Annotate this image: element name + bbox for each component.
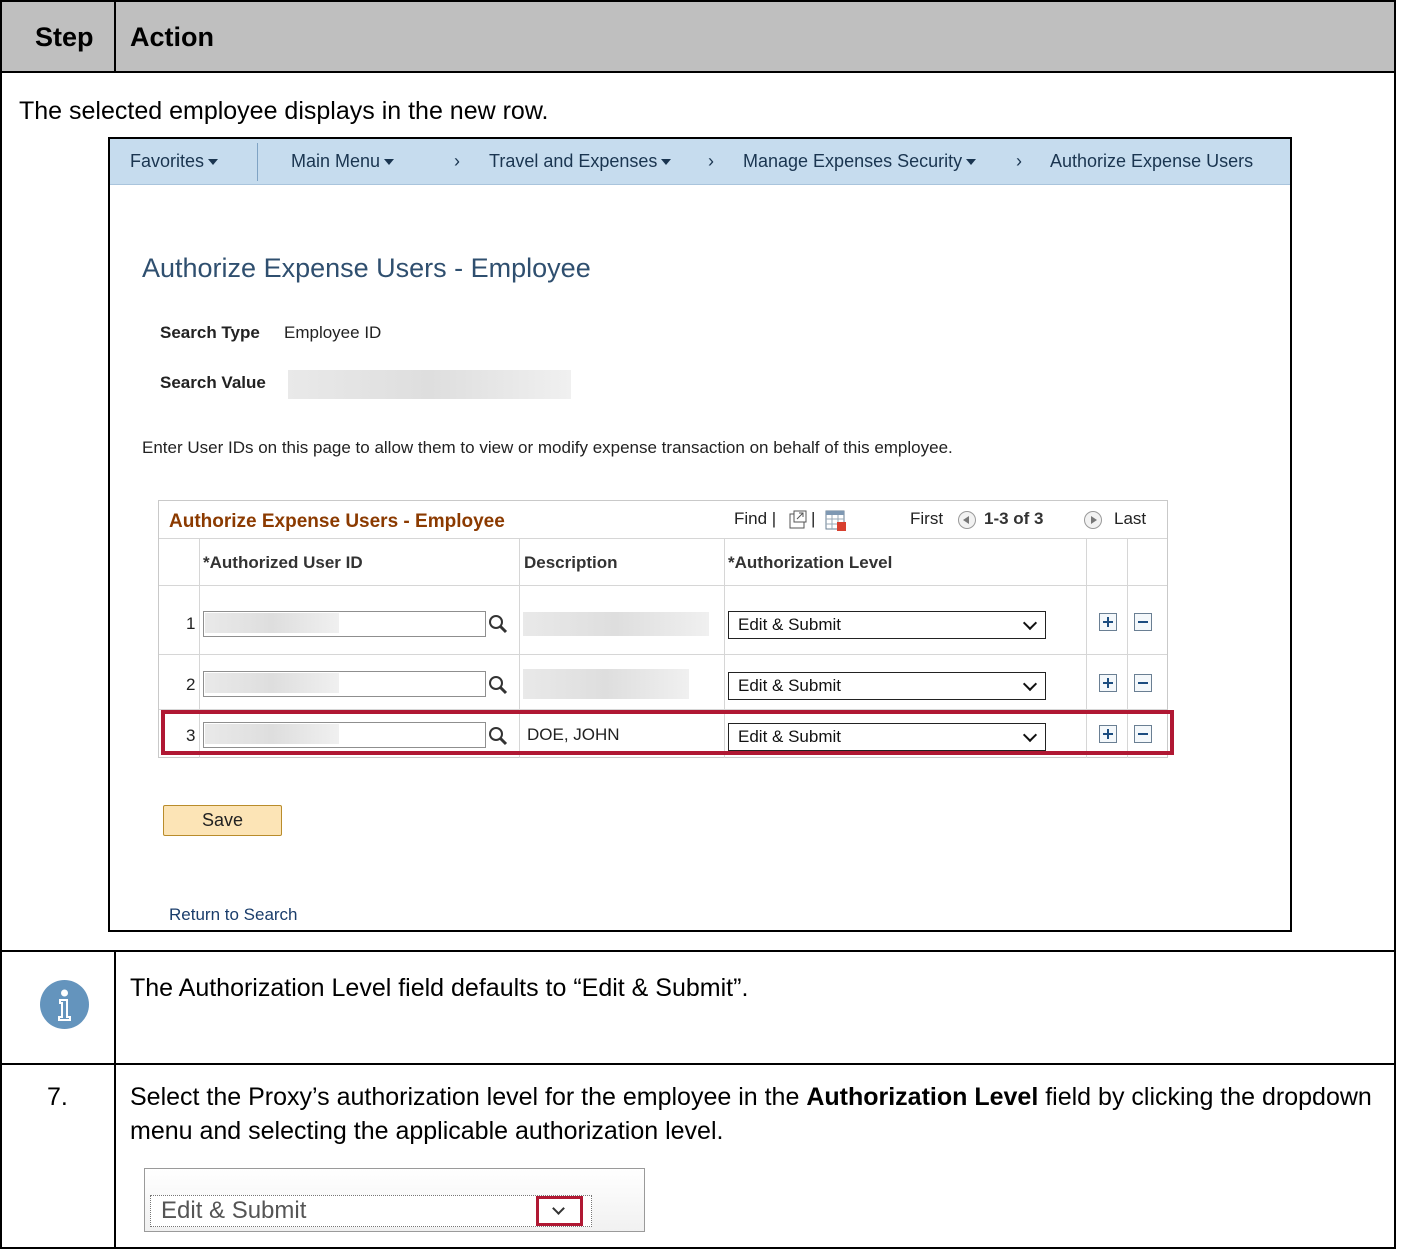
- caret-down-icon: [661, 159, 672, 166]
- nav-manage-security[interactable]: Manage Expenses Security: [743, 151, 977, 172]
- table-row-divider: [0, 1063, 1396, 1065]
- grid-line: [159, 538, 1167, 539]
- grid-title: Authorize Expense Users - Employee: [169, 511, 505, 532]
- prev-arrow-icon: [958, 510, 976, 529]
- header-step: Step: [35, 22, 94, 52]
- grid-first-label: First: [910, 509, 944, 528]
- grid-find-link[interactable]: Find |: [734, 509, 776, 529]
- prev-page-button[interactable]: [958, 509, 976, 529]
- caret-down-icon: [966, 159, 977, 166]
- row-number: 1: [186, 614, 196, 633]
- col-header-user-id[interactable]: *Authorized User ID: [203, 553, 363, 573]
- info-icon: [40, 980, 89, 1029]
- lookup-icon[interactable]: [487, 674, 509, 696]
- breadcrumb: Favorites Main Menu › Travel and Expense…: [110, 139, 1290, 185]
- nav-divider: [257, 143, 258, 181]
- redacted-value: [205, 613, 339, 633]
- col-header-description[interactable]: Description: [524, 553, 618, 573]
- table-row-divider: [0, 71, 1396, 73]
- spreadsheet-icon[interactable]: [825, 510, 847, 532]
- table-border-right: [1394, 0, 1396, 1249]
- grid-line: [159, 654, 1167, 655]
- description-redacted: [523, 669, 689, 699]
- dropdown-arrow-icon: [1022, 615, 1038, 631]
- search-type-value: Employee ID: [284, 323, 382, 342]
- instructions-text: Enter User IDs on this page to allow the…: [142, 438, 953, 457]
- caret-down-icon: [208, 159, 219, 166]
- next-arrow-icon: [1084, 510, 1102, 529]
- chevron-right-icon: ›: [708, 151, 714, 171]
- add-row-button[interactable]: [1099, 674, 1117, 692]
- nav-main-menu[interactable]: Main Menu: [291, 151, 395, 172]
- example-auth-level-select[interactable]: Edit & Submit: [144, 1168, 645, 1232]
- app-screenshot: Favorites Main Menu › Travel and Expense…: [108, 137, 1292, 932]
- authorized-users-grid: Authorize Expense Users - Employee Find …: [158, 500, 1174, 758]
- description-redacted: [523, 612, 709, 636]
- add-row-button[interactable]: [1099, 613, 1117, 631]
- grid-separator: |: [811, 509, 816, 528]
- next-page-button[interactable]: [1084, 509, 1102, 529]
- search-value-label: Search Value: [160, 373, 266, 392]
- delete-row-button[interactable]: [1134, 674, 1152, 692]
- table-col-divider: [114, 950, 116, 1249]
- table-row-divider: [0, 950, 1396, 952]
- row-number: 2: [186, 675, 196, 694]
- page-title: Authorize Expense Users - Employee: [142, 253, 591, 283]
- example-select-field[interactable]: Edit & Submit: [150, 1195, 592, 1227]
- search-type-label: Search Type: [160, 323, 260, 342]
- table-border-top: [0, 0, 1396, 2]
- step-number: 7.: [47, 1083, 68, 1111]
- user-id-field[interactable]: [203, 671, 486, 697]
- delete-row-button[interactable]: [1134, 613, 1152, 631]
- table-border-left: [0, 0, 2, 1249]
- dropdown-button-highlight[interactable]: [536, 1196, 583, 1226]
- nav-travel-expenses[interactable]: Travel and Expenses: [489, 151, 672, 172]
- table-col-divider: [114, 0, 116, 73]
- lookup-icon[interactable]: [487, 613, 509, 635]
- caret-down-icon: [384, 159, 395, 166]
- redacted-value: [205, 673, 339, 693]
- search-value-redacted: [288, 370, 571, 399]
- step-instructions: Select the Proxy’s authorization level f…: [130, 1083, 1372, 1145]
- new-window-icon[interactable]: [788, 510, 808, 530]
- grid-last-label: Last: [1114, 509, 1147, 528]
- col-header-auth-level[interactable]: *Authorization Level: [728, 553, 892, 573]
- intro-text: The selected employee displays in the ne…: [19, 97, 549, 125]
- chevron-right-icon: ›: [1016, 151, 1022, 171]
- grid-range: 1-3 of 3: [984, 509, 1044, 528]
- user-id-field[interactable]: [203, 611, 486, 637]
- return-to-search-link[interactable]: Return to Search: [169, 905, 298, 925]
- chevron-right-icon: ›: [454, 151, 460, 171]
- dropdown-arrow-icon: [552, 1202, 565, 1215]
- nav-favorites[interactable]: Favorites: [130, 151, 219, 172]
- auth-level-select[interactable]: Edit & Submit: [728, 611, 1046, 639]
- nav-current-page[interactable]: Authorize Expense Users: [1050, 151, 1253, 172]
- note-text: The Authorization Level field defaults t…: [130, 974, 749, 1002]
- save-button[interactable]: Save: [163, 805, 282, 836]
- highlight-box: [161, 710, 1174, 755]
- dropdown-arrow-icon: [1022, 676, 1038, 692]
- auth-level-select[interactable]: Edit & Submit: [728, 672, 1046, 700]
- grid-line: [159, 585, 1167, 586]
- header-action: Action: [130, 22, 214, 52]
